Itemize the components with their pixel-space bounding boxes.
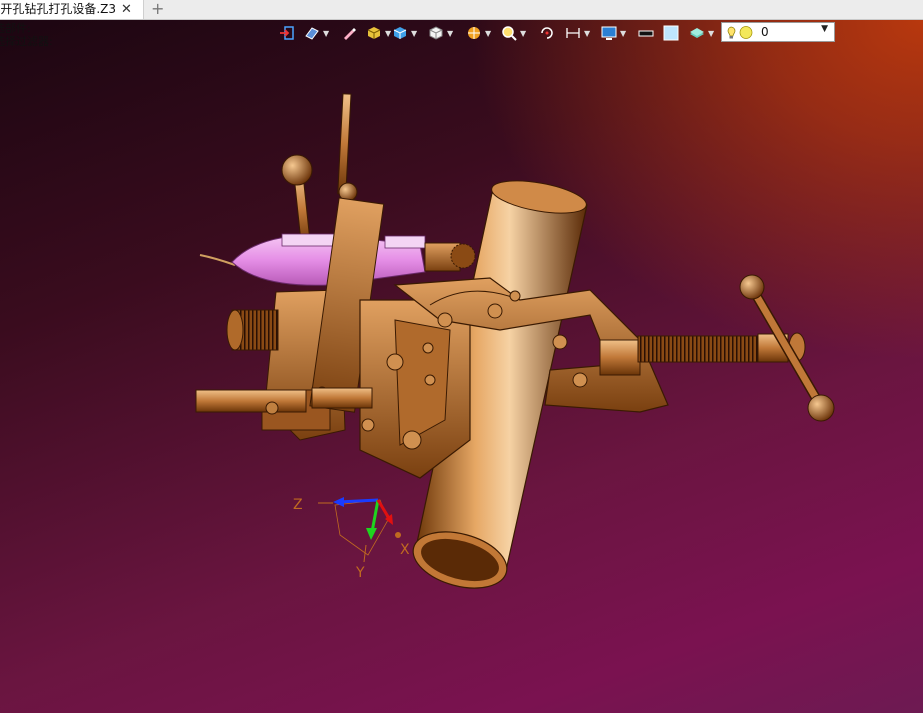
- left-handle: [281, 154, 313, 246]
- model-view: Z Y X: [195, 93, 835, 589]
- axis-label-x: X: [400, 542, 410, 558]
- coordinate-triad: Z Y X: [293, 497, 410, 581]
- axis-label-z: Z: [293, 497, 303, 513]
- axis-label-y: Y: [355, 565, 365, 581]
- top-rod: [337, 93, 358, 202]
